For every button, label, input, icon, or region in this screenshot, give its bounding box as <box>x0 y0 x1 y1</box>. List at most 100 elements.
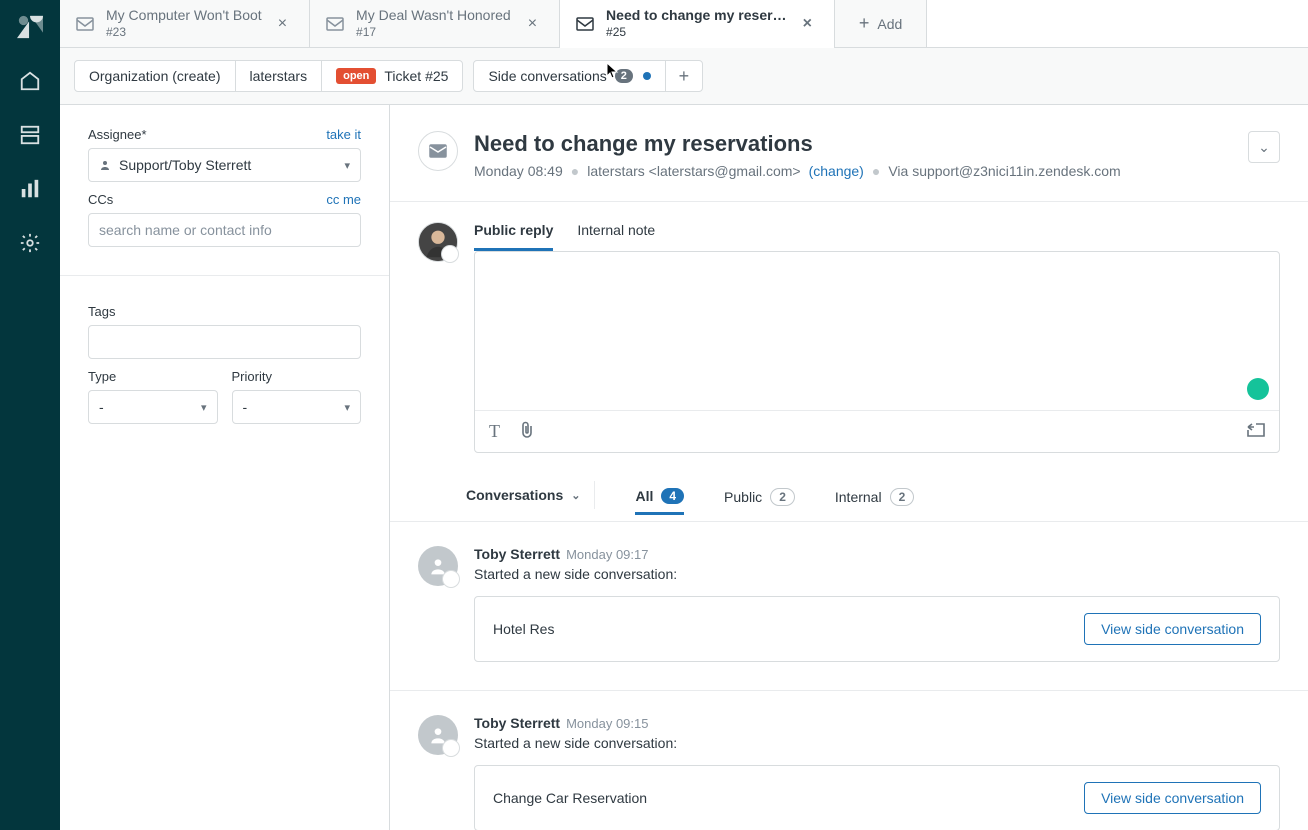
conversations-heading: Conversations <box>466 487 563 503</box>
channel-email-icon <box>418 131 458 171</box>
filter-public-count: 2 <box>770 488 795 506</box>
view-side-conversation-button[interactable]: View side conversation <box>1084 782 1261 814</box>
tab-title: Need to change my reser… <box>606 7 787 25</box>
via-channel: Via support@z3nici11in.zendesk.com <box>888 163 1120 179</box>
filter-internal[interactable]: Internal 2 <box>835 488 914 514</box>
entry-description: Started a new side conversation: <box>474 566 1280 582</box>
plus-icon: + <box>679 66 690 87</box>
add-tab-button[interactable]: + Add <box>835 0 927 47</box>
tab-subtitle: #23 <box>106 25 262 40</box>
tab-ticket-25[interactable]: Need to change my reser… #25 × <box>560 0 835 47</box>
tags-label: Tags <box>88 304 115 319</box>
ccs-input[interactable] <box>88 213 361 247</box>
chevron-down-icon: ▾ <box>201 401 207 414</box>
close-icon[interactable]: × <box>799 12 816 36</box>
side-conversation-subject: Change Car Reservation <box>493 790 647 806</box>
assignee-select[interactable]: Support/Toby Sterrett ▾ <box>88 148 361 182</box>
filter-all-label: All <box>635 488 653 504</box>
text-format-icon[interactable]: T <box>489 421 500 442</box>
zendesk-logo[interactable] <box>17 14 43 40</box>
close-icon[interactable]: × <box>524 12 541 36</box>
ticket-meta: Monday 08:49 ● laterstars <laterstars@gm… <box>474 163 1121 179</box>
type-label: Type <box>88 369 116 384</box>
ticket-label: Ticket #25 <box>384 68 448 84</box>
filter-all[interactable]: All 4 <box>635 488 684 515</box>
user-tab[interactable]: laterstars <box>236 61 323 91</box>
email-icon <box>76 17 94 31</box>
tags-input[interactable] <box>88 325 361 359</box>
person-icon <box>99 159 111 171</box>
priority-select[interactable]: -▾ <box>232 390 362 424</box>
grammarly-icon[interactable] <box>1247 378 1269 400</box>
tab-subtitle: #25 <box>606 25 787 40</box>
composer-toolbar: T <box>475 410 1279 452</box>
reporting-icon[interactable] <box>17 176 43 202</box>
type-select[interactable]: -▾ <box>88 390 218 424</box>
composer-area: T <box>474 251 1280 453</box>
ticket-time: Monday 08:49 <box>474 163 563 179</box>
priority-value: - <box>243 399 248 415</box>
add-tab-label: Add <box>877 16 902 32</box>
view-side-conversation-button[interactable]: View side conversation <box>1084 613 1261 645</box>
internal-note-tab[interactable]: Internal note <box>577 222 655 251</box>
ccs-field[interactable] <box>99 222 350 238</box>
author-avatar <box>418 546 458 586</box>
ticket-actions-menu[interactable]: ⌄ <box>1248 131 1280 163</box>
home-icon[interactable] <box>17 68 43 94</box>
add-side-conversation-button[interactable]: + <box>666 61 702 91</box>
conversation-entry: Toby SterrettMonday 09:15 Started a new … <box>390 691 1308 830</box>
attachment-icon[interactable] <box>520 421 534 442</box>
requester: laterstars <laterstars@gmail.com> <box>587 163 800 179</box>
filter-internal-label: Internal <box>835 489 882 505</box>
chevron-down-icon: ⌄ <box>1258 139 1270 156</box>
workspace-tabs: My Computer Won't Boot #23 × My Deal Was… <box>60 0 1308 48</box>
entry-time: Monday 09:17 <box>566 547 648 562</box>
cc-me-link[interactable]: cc me <box>326 192 361 207</box>
plus-icon: + <box>859 13 870 34</box>
reply-composer: Public reply Internal note T <box>390 202 1308 481</box>
tab-ticket-17[interactable]: My Deal Wasn't Honored #17 × <box>310 0 560 47</box>
filter-public-label: Public <box>724 489 762 505</box>
nav-rail <box>0 0 60 830</box>
take-it-link[interactable]: take it <box>326 127 361 142</box>
filter-public[interactable]: Public 2 <box>724 488 795 514</box>
filter-internal-count: 2 <box>890 488 915 506</box>
org-label: Organization (create) <box>89 68 221 84</box>
entry-description: Started a new side conversation: <box>474 735 1280 751</box>
composer-tabs: Public reply Internal note <box>474 222 1280 251</box>
tab-ticket-23[interactable]: My Computer Won't Boot #23 × <box>60 0 310 47</box>
views-icon[interactable] <box>17 122 43 148</box>
filter-all-count: 4 <box>661 488 684 504</box>
change-requester-link[interactable]: (change) <box>809 163 864 179</box>
chevron-down-icon: ▾ <box>344 401 350 414</box>
breadcrumb-group: Organization (create) laterstars open Ti… <box>74 60 463 92</box>
admin-gear-icon[interactable] <box>17 230 43 256</box>
conversations-dropdown[interactable]: Conversations ⌄ <box>466 481 595 509</box>
side-conversations-group: Side conversations 2 + <box>473 60 702 92</box>
conversation-filters: Conversations ⌄ All 4 Public 2 Internal … <box>390 481 1308 522</box>
close-icon[interactable]: × <box>274 12 291 36</box>
dot-separator: ● <box>872 163 880 179</box>
expand-icon[interactable] <box>1247 422 1265 441</box>
unread-dot-icon <box>643 72 651 80</box>
conversation-entry: Toby SterrettMonday 09:17 Started a new … <box>390 522 1308 691</box>
priority-label: Priority <box>232 369 272 384</box>
chevron-down-icon: ▾ <box>344 159 350 172</box>
divider <box>60 275 389 276</box>
agent-avatar <box>418 222 458 262</box>
organization-tab[interactable]: Organization (create) <box>75 61 236 91</box>
ticket-header: Need to change my reservations Monday 08… <box>390 105 1308 202</box>
side-conversations-tab[interactable]: Side conversations 2 <box>474 61 665 91</box>
tab-subtitle: #17 <box>356 25 512 40</box>
email-icon <box>326 17 344 31</box>
dot-separator: ● <box>571 163 579 179</box>
status-badge-open: open <box>336 68 376 84</box>
public-reply-tab[interactable]: Public reply <box>474 222 553 251</box>
reply-textarea[interactable] <box>475 252 1279 410</box>
ticket-tab[interactable]: open Ticket #25 <box>322 61 462 91</box>
tab-title: My Computer Won't Boot <box>106 7 262 25</box>
email-icon <box>576 17 594 31</box>
side-conversation-card: Change Car Reservation View side convers… <box>474 765 1280 830</box>
ticket-title: Need to change my reservations <box>474 131 1121 157</box>
entry-time: Monday 09:15 <box>566 716 648 731</box>
